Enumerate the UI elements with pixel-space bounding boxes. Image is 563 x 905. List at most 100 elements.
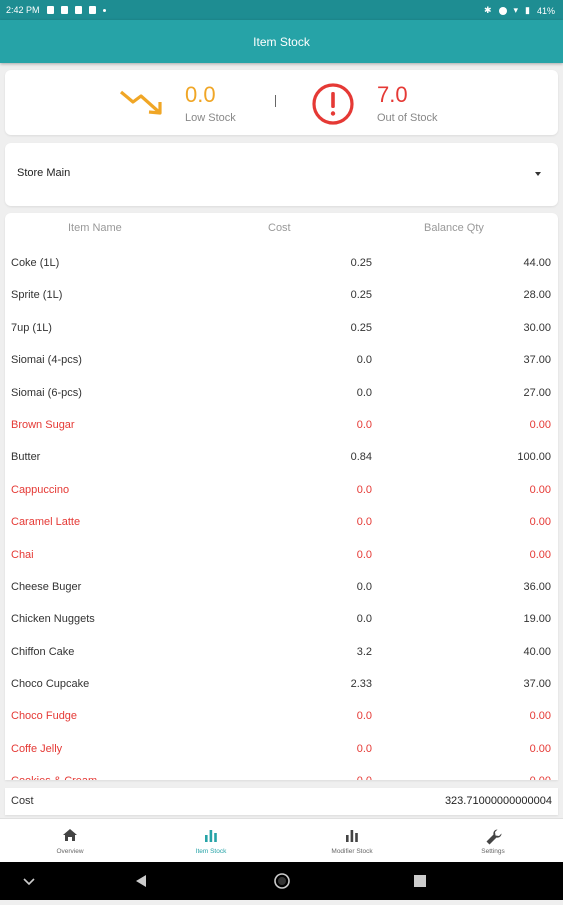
item-name-cell: Coffe Jelly [11,742,63,755]
table-row[interactable]: 7up (1L) 0.25 30.00 [5,312,558,344]
item-name-cell: Cookies & Cream [11,775,97,780]
table-row[interactable]: Cheese Buger 0.0 36.00 [5,571,558,603]
balance-qty-cell: 100.00 [517,451,551,464]
nav-settings[interactable]: Settings [423,819,563,863]
cost-cell: 2.33 [350,678,372,691]
back-button[interactable] [122,862,162,900]
table-row[interactable]: Caramel Latte 0.0 0.00 [5,506,558,538]
nav-overview[interactable]: Overview [0,819,140,863]
store-select-value: Store Main [17,167,71,179]
balance-qty-cell: 0.00 [529,418,551,431]
cost-cell: 3.2 [356,645,372,658]
cost-total-value: 323.71000000000004 [444,795,552,807]
table-row[interactable]: Cappuccino 0.0 0.00 [5,474,558,506]
bottom-navigation: Overview Item Stock Modifier Stock Setti… [0,818,563,863]
balance-qty-cell: 28.00 [523,289,551,302]
cost-cell: 0.0 [356,580,372,593]
item-name-cell: Butter [11,451,41,464]
recents-square-icon [414,875,426,887]
table-row[interactable]: Cookies & Cream 0.0 0.00 [5,765,558,780]
alert-circle-icon [312,83,354,125]
balance-qty-cell: 37.00 [523,354,551,367]
balance-qty-cell: 0.00 [529,742,551,755]
balance-qty-cell: 0.00 [529,710,551,723]
cost-cell: 0.0 [356,386,372,399]
item-name-cell: Brown Sugar [11,418,75,431]
home-icon [63,829,77,841]
table-row[interactable]: Sprite (1L) 0.25 28.00 [5,279,558,311]
do-not-disturb-icon [498,6,507,15]
balance-qty-cell: 0.00 [529,483,551,496]
table-body: Coke (1L) 0.25 44.00 Sprite (1L) 0.25 28.00 7u… [5,247,558,780]
cost-cell: 0.0 [356,548,372,561]
balance-qty-cell: 40.00 [523,645,551,658]
table-row[interactable]: Siomai (6-pcs) 0.0 27.00 [5,377,558,409]
item-name-cell: Siomai (4-pcs) [11,354,82,367]
trending-down-icon [119,90,162,115]
item-name-cell: Choco Fudge [11,710,78,723]
notification-icon [74,6,82,14]
item-name-cell: Chicken Nuggets [11,613,95,626]
cost-cell: 0.0 [357,775,372,780]
item-name-cell: 7up (1L) [11,321,52,334]
stock-summary-card: 0.0 Low Stock 7.0 Out of Stock [5,70,558,135]
table-row[interactable]: Choco Cupcake 2.33 37.00 [5,668,558,700]
nav-item-stock[interactable]: Item Stock [141,819,281,863]
item-name-cell: Coke (1L) [11,257,60,269]
table-row[interactable]: Brown Sugar 0.0 0.00 [5,409,558,441]
column-header-cost: Cost [268,222,291,234]
notification-icon [46,6,54,14]
item-name-cell: Cappuccino [11,483,70,496]
table-row[interactable]: Coffe Jelly 0.0 0.00 [5,733,558,765]
nav-modifier-stock[interactable]: Modifier Stock [282,819,422,863]
home-circle-icon [274,873,290,889]
keyboard-hide-button[interactable] [10,862,50,900]
nav-item-stock-label: Item Stock [195,848,227,855]
nav-overview-label: Overview [56,848,84,855]
notification-dot-icon [102,8,106,12]
low-stock-value: 0.0 [185,82,216,107]
table-row[interactable]: Choco Fudge 0.0 0.00 [5,700,558,732]
table-row[interactable]: Butter 0.84 100.00 [5,441,558,473]
back-triangle-icon [136,875,146,887]
home-button[interactable] [262,862,302,900]
out-of-stock-value: 7.0 [377,82,408,107]
status-bar: 2:42 PM ✱ ▾ ▮ 41% [0,0,563,20]
nav-modifier-stock-label: Modifier Stock [331,848,373,855]
bar-chart-icon [346,830,358,842]
column-header-item-name: Item Name [68,222,122,234]
dropdown-caret-icon [535,172,541,176]
item-name-cell: Siomai (6-pcs) [11,386,82,399]
out-of-stock-label: Out of Stock [377,112,438,124]
table-row[interactable]: Chai 0.0 0.00 [5,539,558,571]
column-header-balance-qty: Balance Qty [424,222,484,234]
cost-cell: 0.0 [356,613,372,626]
store-select[interactable]: Store Main [5,143,558,206]
page-title: Item Stock [253,34,310,49]
cost-cell: 0.25 [350,289,372,302]
battery-level: 41% [536,5,555,16]
balance-qty-cell: 0.00 [529,516,551,529]
item-name-cell: Sprite (1L) [11,289,63,302]
recents-button[interactable] [400,862,440,900]
cost-cell: 0.0 [356,516,372,529]
notification-icon [60,6,68,14]
cost-total-bar: Cost 323.71000000000004 [5,788,558,815]
table-row[interactable]: Coke (1L) 0.25 44.00 [5,247,558,279]
balance-qty-cell: 0.00 [529,548,551,561]
table-row[interactable]: Chicken Nuggets 0.0 19.00 [5,603,558,635]
balance-qty-cell: 27.00 [523,386,551,399]
cost-cell: 0.84 [350,451,372,464]
app-bar: Item Stock [0,20,563,63]
table-row[interactable]: Siomai (4-pcs) 0.0 37.00 [5,344,558,376]
status-time: 2:42 PM [6,5,40,15]
item-name-cell: Caramel Latte [11,516,81,529]
balance-qty-cell: 37.00 [523,678,551,691]
balance-qty-cell: 36.00 [523,580,551,593]
table-row[interactable]: Chiffon Cake 3.2 40.00 [5,636,558,668]
item-stock-table[interactable]: Item Name Cost Balance Qty Coke (1L) 0.25… [5,213,558,780]
cost-total-label: Cost [11,795,34,807]
cost-cell: 0.0 [356,483,372,496]
wrench-icon [486,829,502,845]
system-navigation-bar [0,862,563,900]
